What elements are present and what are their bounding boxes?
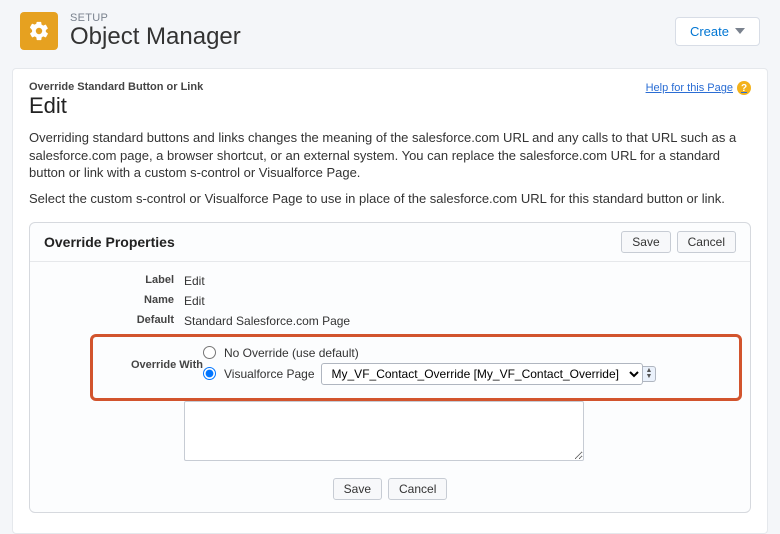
- breadcrumb: Override Standard Button or Link: [29, 81, 751, 93]
- setup-gear-icon: [20, 12, 58, 50]
- visualforce-page-select[interactable]: My_VF_Contact_Override [My_VF_Contact_Ov…: [321, 363, 643, 385]
- action-title: Edit: [29, 93, 751, 119]
- label-label: Label: [44, 272, 184, 286]
- select-stepper-icon: ▲▼: [643, 366, 657, 382]
- intro-paragraph: Overriding standard buttons and links ch…: [29, 129, 751, 182]
- page-title: Object Manager: [70, 24, 241, 50]
- help-icon: ?: [737, 81, 751, 95]
- label-value: Edit: [184, 272, 736, 288]
- label-name: Name: [44, 292, 184, 306]
- default-value: Standard Salesforce.com Page: [184, 312, 736, 328]
- radio-no-override-label: No Override (use default): [224, 346, 359, 360]
- radio-no-override[interactable]: No Override (use default): [203, 346, 729, 360]
- name-value: Edit: [184, 292, 736, 308]
- help-link-text: Help for this Page: [646, 82, 733, 94]
- override-with-highlight: Override With No Override (use default) …: [90, 334, 742, 401]
- save-button-bottom[interactable]: Save: [333, 478, 382, 500]
- content-card: Help for this Page ? Override Standard B…: [12, 68, 768, 533]
- select-paragraph: Select the custom s-control or Visualfor…: [29, 190, 751, 208]
- save-button-top[interactable]: Save: [621, 231, 670, 253]
- properties-heading: Override Properties: [44, 234, 175, 250]
- radio-visualforce[interactable]: Visualforce Page My_VF_Contact_Override …: [203, 363, 729, 385]
- create-button[interactable]: Create: [675, 17, 760, 46]
- radio-no-override-input[interactable]: [203, 346, 216, 359]
- help-link[interactable]: Help for this Page ?: [646, 81, 751, 95]
- override-properties-panel: Override Properties Save Cancel Label Ed…: [29, 222, 751, 513]
- cancel-button-bottom[interactable]: Cancel: [388, 478, 447, 500]
- chevron-down-icon: [735, 28, 745, 34]
- label-override-with: Override With: [103, 359, 203, 371]
- radio-visualforce-label: Visualforce Page: [224, 367, 315, 381]
- radio-visualforce-input[interactable]: [203, 367, 216, 380]
- create-button-label: Create: [690, 24, 729, 39]
- label-default: Default: [44, 312, 184, 326]
- cancel-button-top[interactable]: Cancel: [677, 231, 736, 253]
- comment-textarea[interactable]: [184, 401, 584, 461]
